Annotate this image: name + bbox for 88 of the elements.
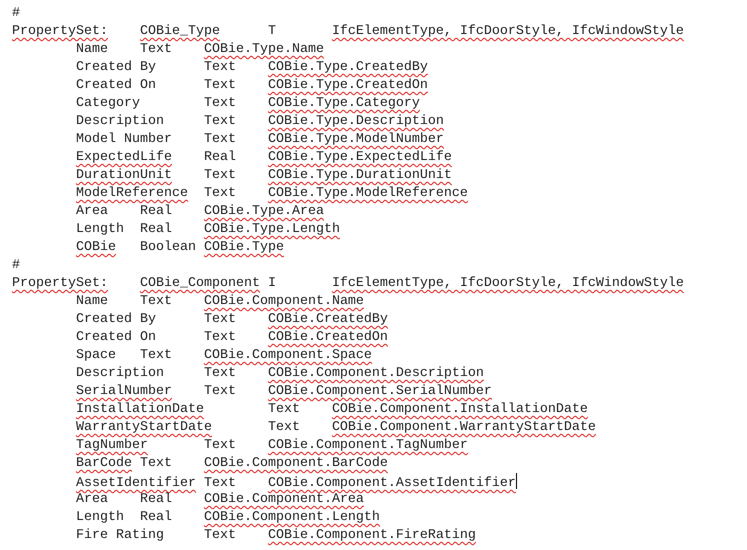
mapping-path: COBie.Component.BarCode xyxy=(204,456,388,471)
property-name: Length xyxy=(76,222,124,237)
data-type: Text xyxy=(204,60,236,75)
mapping-path: COBie.Component.SerialNumber xyxy=(268,384,492,399)
mapping-path: COBie.Type.Name xyxy=(204,42,324,57)
property-set-keyword: PropertySet: xyxy=(12,24,108,39)
property-name: BarCode xyxy=(76,456,132,471)
property-name: Description xyxy=(76,366,164,381)
comment-mark: # xyxy=(12,6,20,21)
mapping-path: COBie.Component.Area xyxy=(204,492,364,507)
data-type: Text xyxy=(204,476,236,491)
data-type: Text xyxy=(140,348,172,363)
property-name: WarrantyStartDate xyxy=(76,420,212,435)
property-set-keyword: PropertySet: xyxy=(12,276,108,291)
property-name: Model Number xyxy=(76,132,172,147)
property-name: Length xyxy=(76,510,124,525)
applies-to-list: IfcElementType, IfcDoorStyle, IfcWindowStyle xyxy=(332,276,684,291)
mapping-path: COBie.Component.AssetIdentifier xyxy=(268,476,516,491)
mapping-path: COBie.Type.ExpectedLife xyxy=(268,150,452,165)
mapping-path: COBie.Component.WarrantyStartDate xyxy=(332,420,596,435)
data-type: Text xyxy=(204,132,236,147)
data-type: Text xyxy=(268,420,300,435)
property-name: Fire Rating xyxy=(76,528,164,543)
data-type: Text xyxy=(204,96,236,111)
set-code: T xyxy=(268,24,276,39)
data-type: Text xyxy=(204,330,236,345)
property-name: COBie xyxy=(76,240,116,255)
data-type: Text xyxy=(204,186,236,201)
property-name: Name xyxy=(76,42,108,57)
mapping-path: COBie.CreatedOn xyxy=(268,330,388,345)
property-name: ModelReference xyxy=(76,186,188,201)
data-type: Text xyxy=(204,312,236,327)
data-type: Text xyxy=(140,42,172,57)
property-name: TagNumber xyxy=(76,438,148,453)
property-set-name: COBie_Type xyxy=(140,24,220,39)
mapping-path: COBie.Type.CreatedOn xyxy=(268,78,428,93)
property-name: Created By xyxy=(76,60,156,75)
property-name: InstallationDate xyxy=(76,402,204,417)
data-type: Real xyxy=(140,204,172,219)
property-name: Description xyxy=(76,114,164,129)
mapping-path: COBie.Type.Category xyxy=(268,96,420,111)
property-name: SerialNumber xyxy=(76,384,172,399)
mapping-path: COBie.Component.TagNumber xyxy=(268,438,468,453)
mapping-path: COBie.Component.Length xyxy=(204,510,380,525)
data-type: Text xyxy=(204,114,236,129)
data-type: Text xyxy=(204,366,236,381)
mapping-path: COBie.Type xyxy=(204,240,284,255)
data-type: Text xyxy=(204,168,236,183)
mapping-path: COBie.Type.CreatedBy xyxy=(268,60,428,75)
property-name: Created By xyxy=(76,312,156,327)
property-name: AssetIdentifier xyxy=(76,476,196,491)
mapping-path: COBie.Type.Area xyxy=(204,204,324,219)
data-type: Text xyxy=(140,294,172,309)
mapping-path: COBie.Component.Space xyxy=(204,348,372,363)
mapping-path: COBie.Component.Name xyxy=(204,294,364,309)
set-code: I xyxy=(268,276,276,291)
data-type: Real xyxy=(204,150,236,165)
mapping-path: COBie.Type.Length xyxy=(204,222,340,237)
property-set-name: COBie_Component xyxy=(140,276,260,291)
mapping-path: COBie.Type.Description xyxy=(268,114,444,129)
data-type: Text xyxy=(268,402,300,417)
property-name: DurationUnit xyxy=(76,168,172,183)
data-type: Real xyxy=(140,510,172,525)
data-type: Boolean xyxy=(140,240,196,255)
property-name: Area xyxy=(76,204,108,219)
property-name: Created On xyxy=(76,330,156,345)
mapping-path: COBie.Type.DurationUnit xyxy=(268,168,452,183)
mapping-path: COBie.Component.FireRating xyxy=(268,528,476,543)
mapping-path: COBie.Type.ModelNumber xyxy=(268,132,444,147)
mapping-path: COBie.Component.InstallationDate xyxy=(332,402,588,417)
data-type: Text xyxy=(204,78,236,93)
property-name: Category xyxy=(76,96,140,111)
data-type: Text xyxy=(204,384,236,399)
property-name: Space xyxy=(76,348,116,363)
mapping-path: COBie.Type.ModelReference xyxy=(268,186,468,201)
data-type: Real xyxy=(140,222,172,237)
comment-mark: # xyxy=(12,258,20,273)
mapping-path: COBie.CreatedBy xyxy=(268,312,388,327)
property-name: Area xyxy=(76,492,108,507)
data-type: Text xyxy=(204,528,236,543)
data-type: Text xyxy=(204,438,236,453)
property-name: Name xyxy=(76,294,108,309)
property-name: Created On xyxy=(76,78,156,93)
applies-to-list: IfcElementType, IfcDoorStyle, IfcWindowStyle xyxy=(332,24,684,39)
property-name: ExpectedLife xyxy=(76,150,172,165)
data-type: Real xyxy=(140,492,172,507)
mapping-path: COBie.Component.Description xyxy=(268,366,484,381)
data-type: Text xyxy=(140,456,172,471)
